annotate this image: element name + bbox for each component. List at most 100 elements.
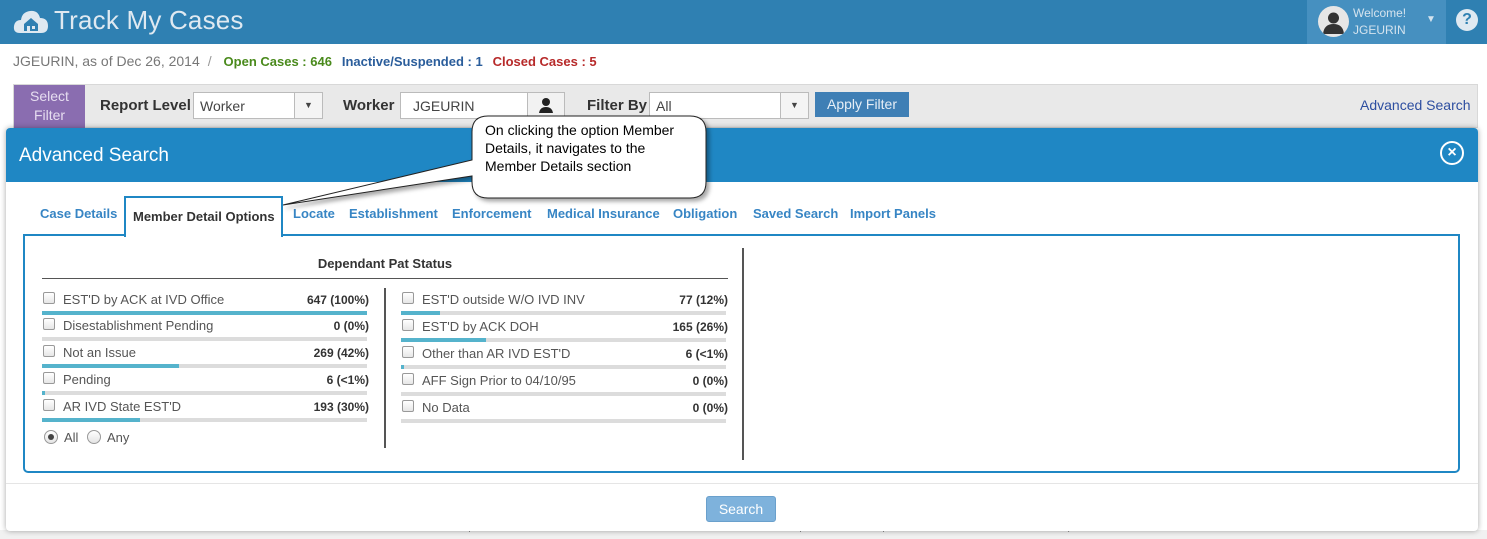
progress-track xyxy=(42,364,367,368)
filter-by-select[interactable]: All ▼ xyxy=(649,92,809,119)
option-label: Other than AR IVD EST'D xyxy=(422,346,571,361)
section-title: Dependant Pat Status xyxy=(42,256,728,279)
option-count: 0 (0%) xyxy=(692,401,728,415)
status-option[interactable]: Other than AR IVD EST'D 6 (<1%) xyxy=(401,343,728,370)
checkbox[interactable] xyxy=(43,292,55,304)
progress-track xyxy=(401,419,726,423)
column-divider xyxy=(384,288,386,448)
tab-establishment[interactable]: Establishment xyxy=(349,206,438,221)
filter-bar: Select Filter Report Level Worker ▼ Work… xyxy=(13,84,1478,129)
status-option[interactable]: AFF Sign Prior to 04/10/95 0 (0%) xyxy=(401,370,728,397)
chevron-down-icon[interactable]: ▼ xyxy=(1426,14,1436,25)
callout-text: On clicking the option Member Details, i… xyxy=(485,122,675,174)
modal-header: Advanced Search × xyxy=(6,128,1478,182)
tab-enforcement[interactable]: Enforcement xyxy=(452,206,531,221)
status-option[interactable]: EST'D outside W/O IVD INV 77 (12%) xyxy=(401,289,728,316)
radio-all[interactable] xyxy=(44,430,58,444)
radio-any-label: Any xyxy=(107,430,130,445)
tab-import-panels[interactable]: Import Panels xyxy=(850,206,936,221)
filter-by-label: Filter By xyxy=(587,97,648,114)
modal-footer: Search xyxy=(6,483,1478,531)
avatar xyxy=(1318,6,1349,37)
progress-fill xyxy=(401,338,486,342)
status-option[interactable]: Disestablishment Pending 0 (0%) xyxy=(42,315,369,342)
option-label: Pending xyxy=(63,372,111,387)
cloud-house-logo-icon xyxy=(13,10,48,33)
status-option[interactable]: EST'D by ACK at IVD Office 647 (100%) xyxy=(42,289,369,316)
worker-lookup-button[interactable] xyxy=(527,92,565,119)
tab-locate[interactable]: Locate xyxy=(293,206,335,221)
checkbox[interactable] xyxy=(402,319,414,331)
filter-by-value: All xyxy=(656,98,672,114)
advanced-search-modal: Advanced Search × Case Details Member De… xyxy=(6,128,1478,531)
tab-case-details[interactable]: Case Details xyxy=(40,206,117,221)
tab-member-detail-options[interactable]: Member Detail Options xyxy=(124,196,283,237)
panel-divider xyxy=(742,248,744,460)
summary-prefix: JGEURIN, as of Dec 26, 2014 xyxy=(13,53,200,69)
option-label: EST'D by ACK DOH xyxy=(422,319,539,334)
progress-fill xyxy=(42,418,140,422)
option-count: 0 (0%) xyxy=(692,374,728,388)
app-header: Track My Cases Welcome! JGEURIN ▼ ? xyxy=(0,0,1487,44)
app-title: Track My Cases xyxy=(54,5,244,35)
user-name: JGEURIN xyxy=(1353,23,1406,37)
radio-all-label: All xyxy=(64,430,79,445)
progress-track xyxy=(42,391,367,395)
summary-separator: / xyxy=(207,53,212,69)
status-option[interactable]: Not an Issue 269 (42%) xyxy=(42,342,369,369)
apply-filter-button[interactable]: Apply Filter xyxy=(815,92,909,117)
checkbox[interactable] xyxy=(43,345,55,357)
select-filter-button[interactable]: Select Filter xyxy=(14,85,85,129)
search-button[interactable]: Search xyxy=(706,496,776,522)
inactive-cases-link[interactable]: Inactive/Suspended : 1 xyxy=(342,54,483,69)
checkbox[interactable] xyxy=(402,373,414,385)
status-option[interactable]: EST'D by ACK DOH 165 (26%) xyxy=(401,316,728,343)
option-count: 269 (42%) xyxy=(313,346,369,360)
case-summary: JGEURIN, as of Dec 26, 2014 / Open Cases … xyxy=(13,53,597,69)
modal-title: Advanced Search xyxy=(19,145,169,166)
user-menu[interactable]: Welcome! JGEURIN ▼ xyxy=(1307,0,1446,44)
report-level-select[interactable]: Worker ▼ xyxy=(193,92,323,119)
option-count: 647 (100%) xyxy=(306,293,369,307)
close-icon[interactable]: × xyxy=(1440,141,1464,165)
status-option[interactable]: Pending 6 (<1%) xyxy=(42,369,369,396)
chevron-down-icon: ▼ xyxy=(780,93,808,118)
checkbox[interactable] xyxy=(43,318,55,330)
tab-medical-insurance[interactable]: Medical Insurance xyxy=(547,206,660,221)
option-label: EST'D by ACK at IVD Office xyxy=(63,292,225,307)
option-label: No Data xyxy=(422,400,470,415)
worker-input[interactable]: JGEURIN xyxy=(400,92,528,119)
option-count: 6 (<1%) xyxy=(326,373,369,387)
worker-label: Worker xyxy=(343,97,395,114)
advanced-search-link[interactable]: Advanced Search xyxy=(1360,97,1471,113)
progress-track xyxy=(42,418,367,422)
welcome-text: Welcome! xyxy=(1353,6,1407,20)
open-cases-link[interactable]: Open Cases : 646 xyxy=(224,54,332,69)
tab-saved-search[interactable]: Saved Search xyxy=(753,206,838,221)
checkbox[interactable] xyxy=(402,292,414,304)
status-option[interactable]: AR IVD State EST'D 193 (30%) xyxy=(42,396,369,423)
progress-fill xyxy=(401,311,440,315)
member-detail-panel: Dependant Pat Status EST'D by ACK at IVD… xyxy=(23,234,1460,473)
report-level-value: Worker xyxy=(200,98,245,114)
status-option[interactable]: No Data 0 (0%) xyxy=(401,397,728,424)
radio-any[interactable] xyxy=(87,430,101,444)
report-level-label: Report Level xyxy=(100,97,191,114)
help-icon[interactable]: ? xyxy=(1456,9,1478,31)
option-label: AR IVD State EST'D xyxy=(63,399,182,414)
option-count: 0 (0%) xyxy=(333,319,369,333)
checkbox[interactable] xyxy=(43,399,55,411)
chevron-down-icon: ▼ xyxy=(294,93,322,118)
radio-selected-dot xyxy=(48,434,54,440)
progress-track xyxy=(401,338,726,342)
user-welcome: Welcome! JGEURIN xyxy=(1353,5,1406,39)
closed-cases-link[interactable]: Closed Cases : 5 xyxy=(493,54,597,69)
progress-track xyxy=(401,311,726,315)
checkbox[interactable] xyxy=(43,372,55,384)
checkbox[interactable] xyxy=(402,400,414,412)
option-label: EST'D outside W/O IVD INV xyxy=(422,292,585,307)
progress-fill xyxy=(42,364,179,368)
tab-obligation[interactable]: Obligation xyxy=(673,206,737,221)
progress-track xyxy=(401,392,726,396)
checkbox[interactable] xyxy=(402,346,414,358)
